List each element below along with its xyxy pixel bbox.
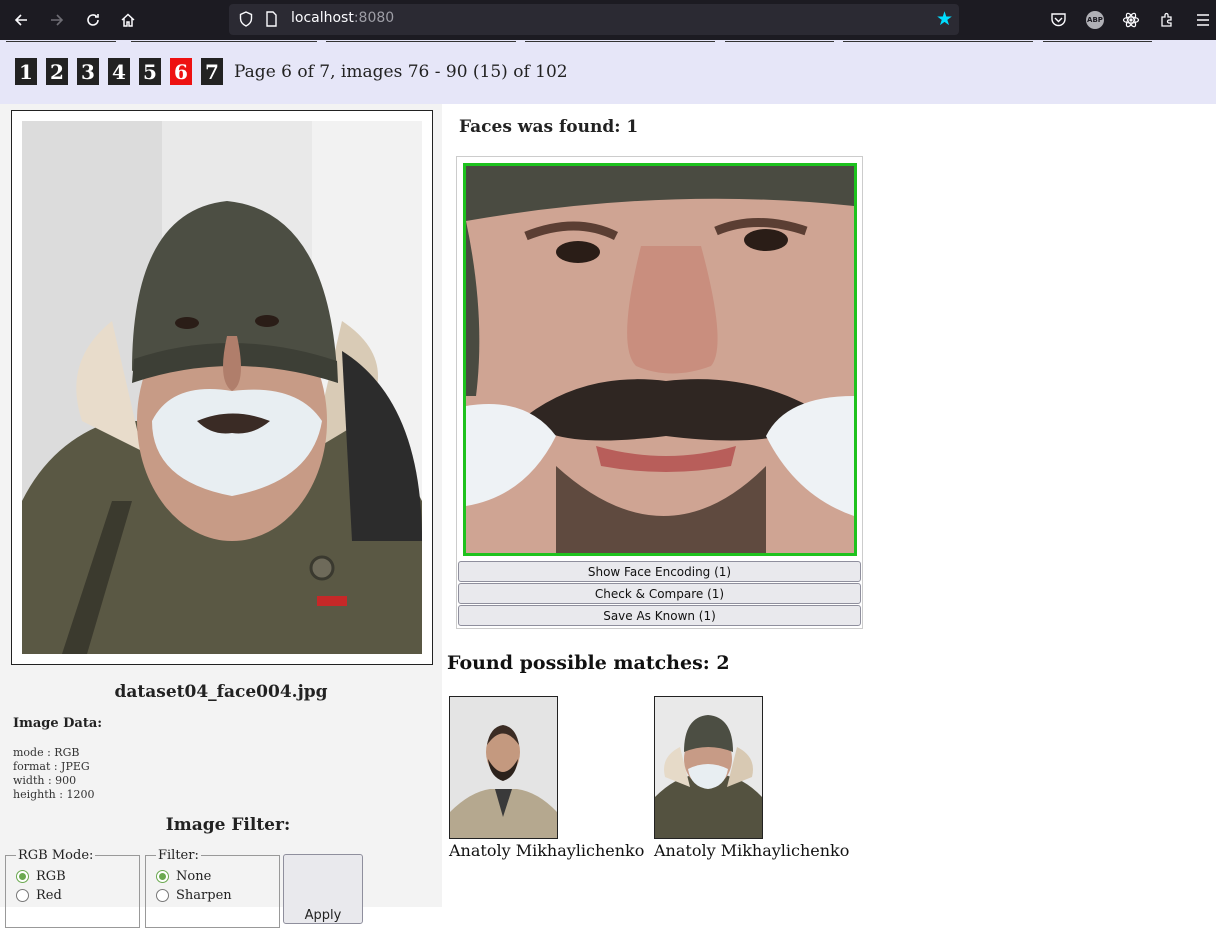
radio-red[interactable] — [16, 889, 29, 902]
adblock-icon[interactable]: ABP — [1084, 9, 1106, 31]
rgb-mode-group: RGB Mode: RGB Red — [5, 848, 140, 928]
page-info: Page 6 of 7, images 76 - 90 (15) of 102 — [234, 61, 568, 82]
face-card: Show Face Encoding (1) Check & Compare (… — [456, 156, 863, 629]
url-text: localhost:8080 — [291, 10, 395, 26]
page-link-1[interactable]: 1 — [15, 58, 37, 85]
filter-option-sharpen[interactable]: Sharpen — [156, 886, 269, 905]
detected-face-crop — [463, 163, 857, 556]
faces-found-title: Faces was found: 1 — [459, 117, 639, 137]
page-link-3[interactable]: 3 — [77, 58, 99, 85]
reload-icon[interactable] — [81, 8, 105, 32]
match-thumbnail-2[interactable] — [654, 696, 763, 839]
rgb-option-red[interactable]: Red — [16, 886, 129, 905]
extensions-icon[interactable] — [1156, 9, 1178, 31]
image-data-title: Image Data: — [13, 716, 103, 731]
filter-option-none-label: None — [176, 869, 212, 884]
radio-rgb[interactable] — [16, 870, 29, 883]
image-data-list: mode : RGB format : JPEG width : 900 hei… — [13, 746, 94, 802]
rgb-option-red-label: Red — [36, 888, 62, 903]
browser-toolbar: localhost:8080 ★ ABP — [0, 0, 1216, 40]
radio-sharpen[interactable] — [156, 889, 169, 902]
apply-button[interactable]: Apply — [283, 854, 363, 924]
menu-icon[interactable] — [1192, 9, 1214, 31]
page-link-4[interactable]: 4 — [108, 58, 130, 85]
check-compare-button[interactable]: Check & Compare (1) — [458, 583, 861, 604]
show-face-encoding-button[interactable]: Show Face Encoding (1) — [458, 561, 861, 582]
image-filter-title: Image Filter: — [165, 815, 291, 835]
filter-option-sharpen-label: Sharpen — [176, 888, 232, 903]
match-thumbnail-1[interactable] — [449, 696, 558, 839]
forward-icon[interactable] — [45, 8, 69, 32]
shield-icon[interactable] — [239, 11, 253, 31]
home-icon[interactable] — [116, 8, 140, 32]
page-link-6-active[interactable]: 6 — [170, 58, 192, 85]
save-as-known-button[interactable]: Save As Known (1) — [458, 605, 861, 626]
page-link-7[interactable]: 7 — [201, 58, 223, 85]
page-icon — [265, 11, 278, 31]
rgb-mode-legend: RGB Mode: — [18, 848, 94, 863]
match-name-1: Anatoly Mikhaylichenko — [449, 841, 645, 860]
main-photo-frame — [11, 110, 433, 665]
url-bar[interactable]: localhost:8080 ★ — [229, 4, 959, 35]
image-data-mode: mode : RGB — [13, 746, 80, 759]
main-photo — [22, 121, 422, 654]
match-item-1[interactable]: Anatoly Mikhaylichenko — [449, 696, 644, 860]
pocket-icon[interactable] — [1047, 9, 1069, 31]
matches-title: Found possible matches: 2 — [447, 652, 730, 674]
filter-legend: Filter: — [158, 848, 199, 863]
image-data-format: format : JPEG — [13, 760, 90, 773]
bookmark-star-icon[interactable]: ★ — [936, 8, 953, 30]
match-name-2: Anatoly Mikhaylichenko — [654, 841, 850, 860]
image-data-height: heighth : 1200 — [13, 788, 95, 801]
page-link-5[interactable]: 5 — [139, 58, 161, 85]
page-link-2[interactable]: 2 — [46, 58, 68, 85]
rgb-option-rgb-label: RGB — [36, 869, 66, 884]
filter-option-none[interactable]: None — [156, 867, 269, 886]
radio-none[interactable] — [156, 870, 169, 883]
pagination: 1 2 3 4 5 6 7 Page 6 of 7, images 76 - 9… — [15, 58, 568, 85]
filter-group: Filter: None Sharpen — [145, 848, 280, 928]
image-data-width: width : 900 — [13, 774, 77, 787]
file-name: dataset04_face004.jpg — [114, 682, 328, 702]
back-icon[interactable] — [9, 8, 33, 32]
react-devtools-icon[interactable] — [1120, 9, 1142, 31]
match-item-2[interactable]: Anatoly Mikhaylichenko — [654, 696, 849, 860]
page-header: 1 2 3 4 5 6 7 Page 6 of 7, images 76 - 9… — [0, 40, 1216, 104]
image-details-panel: dataset04_face004.jpg Image Data: mode :… — [0, 104, 442, 928]
rgb-option-rgb[interactable]: RGB — [16, 867, 129, 886]
